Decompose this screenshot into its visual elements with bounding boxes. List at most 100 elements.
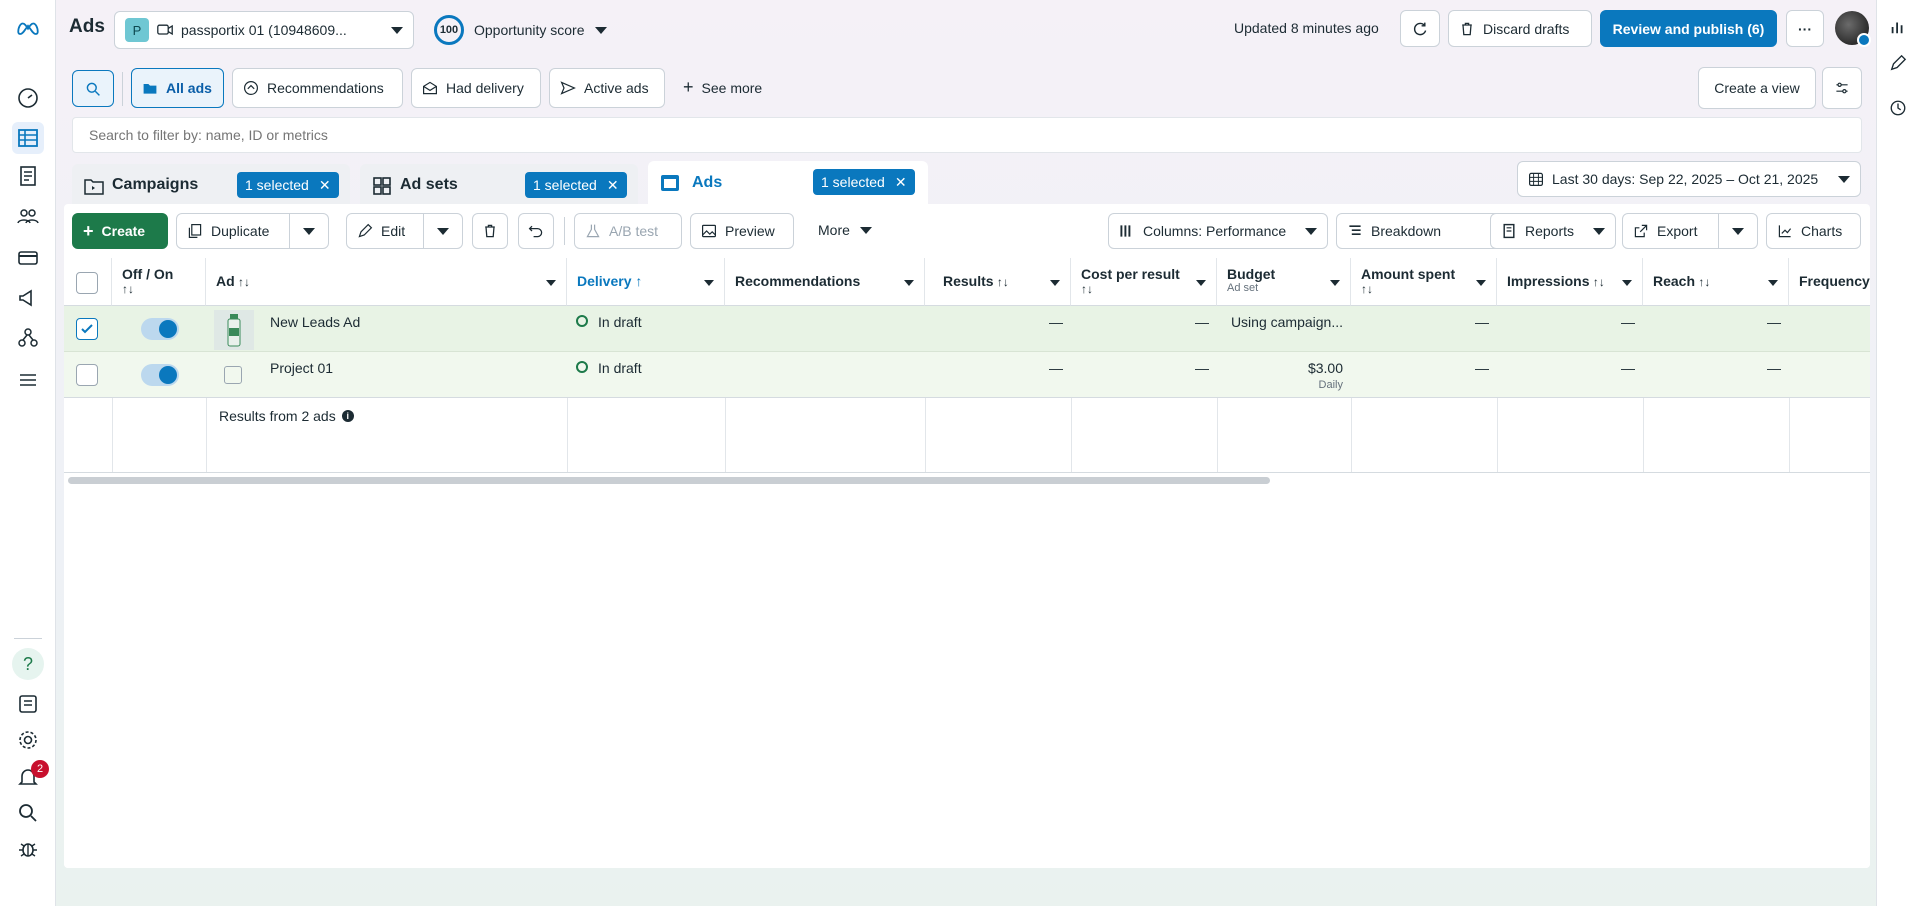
column-cost-per-result[interactable]: Cost per result ↑↓ xyxy=(1071,258,1217,306)
tab-ad-sets[interactable]: Ad sets 1 selected ✕ xyxy=(360,164,638,206)
sort-ascending-icon: ↑ xyxy=(631,273,643,289)
dashboard-gauge-icon[interactable] xyxy=(12,82,44,114)
duplicate-dropdown[interactable] xyxy=(289,213,329,249)
search-toggle-button[interactable] xyxy=(72,70,114,107)
column-off-on[interactable]: Off / On ↑↓ xyxy=(112,258,206,306)
tab-campaigns[interactable]: Campaigns 1 selected ✕ xyxy=(72,164,350,206)
more-options-button[interactable]: ··· xyxy=(1786,10,1824,47)
create-button[interactable]: + Create xyxy=(72,213,168,249)
ad-name-link[interactable]: New Leads Ad xyxy=(270,314,360,330)
ad-status-toggle[interactable] xyxy=(141,318,179,340)
columns-button[interactable]: Columns: Performance xyxy=(1108,213,1328,249)
profile-avatar[interactable] xyxy=(1835,11,1871,47)
filter-active-ads[interactable]: Active ads xyxy=(549,68,665,108)
column-menu-icon[interactable] xyxy=(704,280,714,286)
see-more-filters-button[interactable]: + See more xyxy=(683,77,762,98)
undo-button[interactable] xyxy=(518,213,554,249)
ad-window-icon xyxy=(661,175,679,191)
select-all-checkbox[interactable] xyxy=(76,272,98,294)
more-button[interactable]: More xyxy=(818,222,872,238)
campaigns-selection-pill[interactable]: 1 selected ✕ xyxy=(237,172,339,198)
column-menu-icon[interactable] xyxy=(1768,280,1778,286)
delete-button[interactable] xyxy=(472,213,508,249)
help-icon[interactable]: ? xyxy=(12,648,44,680)
edit-button[interactable]: Edit xyxy=(346,213,424,249)
ab-test-button[interactable]: A/B test xyxy=(574,213,682,249)
column-menu-icon[interactable] xyxy=(1330,280,1340,286)
discard-drafts-button[interactable]: Discard drafts xyxy=(1448,10,1592,47)
column-amount-spent[interactable]: Amount spent ↑↓ xyxy=(1351,258,1497,306)
column-reach[interactable]: Reach ↑↓ xyxy=(1643,258,1789,306)
events-manager-icon[interactable] xyxy=(12,322,44,354)
filter-all-ads[interactable]: All ads xyxy=(131,68,224,108)
ad-library-icon[interactable] xyxy=(12,688,44,720)
column-menu-icon[interactable] xyxy=(1196,280,1206,286)
search-filter-input[interactable] xyxy=(72,117,1862,153)
duplicate-button[interactable]: Duplicate xyxy=(176,213,290,249)
filter-had-delivery[interactable]: Had delivery xyxy=(411,68,541,108)
reports-button[interactable]: Reports xyxy=(1490,213,1616,249)
history-clock-icon[interactable] xyxy=(1887,97,1909,119)
column-ad[interactable]: Ad ↑↓ xyxy=(206,258,567,306)
column-budget[interactable]: Budget Ad set xyxy=(1217,258,1351,306)
review-and-publish-button[interactable]: Review and publish (6) xyxy=(1600,10,1777,47)
column-frequency[interactable]: Frequency xyxy=(1789,258,1870,306)
ads-manager-table-icon[interactable] xyxy=(12,122,44,154)
tab-ads[interactable]: Ads 1 selected ✕ xyxy=(648,161,928,207)
column-menu-icon[interactable] xyxy=(546,280,556,286)
undo-icon xyxy=(528,225,543,238)
column-menu-icon[interactable] xyxy=(1622,280,1632,286)
refresh-button[interactable] xyxy=(1400,10,1440,47)
edit-dropdown[interactable] xyxy=(423,213,463,249)
column-results-label: Results xyxy=(943,273,994,289)
upward-circle-icon xyxy=(244,81,258,95)
search-icon[interactable] xyxy=(12,797,44,829)
close-icon[interactable]: ✕ xyxy=(607,177,619,194)
export-dropdown[interactable] xyxy=(1718,213,1758,249)
column-divider xyxy=(1071,398,1072,472)
date-range-picker[interactable]: Last 30 days: Sep 22, 2025 – Oct 21, 202… xyxy=(1517,161,1861,197)
column-delivery[interactable]: Delivery ↑ xyxy=(567,258,725,306)
billing-card-icon[interactable] xyxy=(12,242,44,274)
row-checkbox[interactable] xyxy=(76,364,98,386)
column-menu-icon[interactable] xyxy=(904,280,914,286)
amount-spent-value: — xyxy=(1475,314,1489,330)
tab-ad-sets-label: Ad sets xyxy=(400,176,458,193)
megaphone-icon[interactable] xyxy=(12,282,44,314)
ad-status-toggle[interactable] xyxy=(141,364,179,386)
create-view-button[interactable]: Create a view xyxy=(1698,67,1816,109)
horizontal-scrollbar[interactable] xyxy=(68,477,1270,484)
audiences-icon[interactable] xyxy=(12,200,44,232)
pages-icon[interactable] xyxy=(12,160,44,192)
bug-report-icon[interactable] xyxy=(12,833,44,865)
meta-logo-icon[interactable] xyxy=(12,12,44,44)
preview-button[interactable]: Preview xyxy=(690,213,794,249)
column-recommendations[interactable]: Recommendations xyxy=(725,258,925,306)
adsets-selection-pill[interactable]: 1 selected ✕ xyxy=(525,172,627,198)
column-menu-icon[interactable] xyxy=(1050,280,1060,286)
ads-selection-pill[interactable]: 1 selected ✕ xyxy=(813,169,915,195)
chevron-down-icon xyxy=(303,227,315,235)
chevron-down-icon xyxy=(1593,227,1605,235)
export-button[interactable]: Export xyxy=(1622,213,1719,249)
duplicate-label: Duplicate xyxy=(211,223,270,239)
column-menu-icon[interactable] xyxy=(1476,280,1486,286)
bar-chart-icon[interactable] xyxy=(1887,16,1909,38)
charts-button[interactable]: Charts xyxy=(1766,213,1861,249)
view-settings-button[interactable] xyxy=(1822,67,1862,109)
row-checkbox[interactable] xyxy=(76,318,98,340)
breakdown-button[interactable]: Breakdown xyxy=(1336,213,1515,249)
filter-recommendations[interactable]: Recommendations xyxy=(232,68,403,108)
opportunity-score-button[interactable]: 100 Opportunity score xyxy=(434,15,607,45)
ad-account-selector[interactable]: P passportix 01 (10948609... xyxy=(114,11,414,49)
settings-gear-icon[interactable] xyxy=(12,724,44,756)
close-icon[interactable]: ✕ xyxy=(895,174,907,191)
ad-name-link[interactable]: Project 01 xyxy=(270,360,333,376)
edit-pencil-icon[interactable] xyxy=(1887,52,1909,74)
close-icon[interactable]: ✕ xyxy=(319,177,331,194)
menu-icon[interactable] xyxy=(12,364,44,396)
info-icon[interactable]: i xyxy=(341,410,354,422)
column-results[interactable]: Results ↑↓ xyxy=(925,258,1071,306)
reach-value: — xyxy=(1767,360,1781,376)
column-impressions[interactable]: Impressions ↑↓ xyxy=(1497,258,1643,306)
